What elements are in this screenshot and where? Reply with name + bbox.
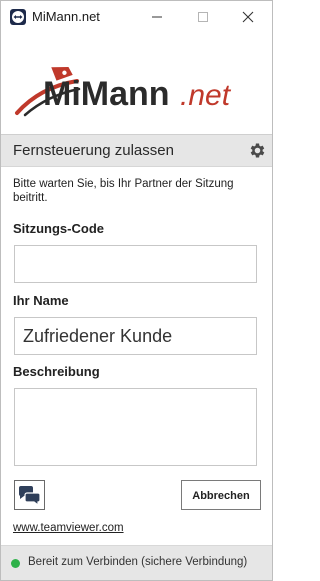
logo-text-net: .net	[180, 79, 232, 112]
waiting-hint: Bitte warten Sie, bis Ihr Partner der Si…	[13, 178, 234, 204]
status-text: Bereit zum Verbinden (sichere Verbindung…	[28, 556, 248, 568]
name-label: Ihr Name	[13, 293, 69, 308]
cancel-button[interactable]: Abbrechen	[181, 480, 261, 510]
mimann-logo: MiMann .net	[15, 67, 232, 117]
app-window: MiMann.net MiMann .net Fernsteuerung zul…	[0, 0, 273, 581]
section-header: Fernsteuerung zulassen	[1, 134, 272, 167]
close-icon	[242, 11, 254, 23]
chat-button[interactable]	[14, 480, 45, 510]
close-button[interactable]	[228, 3, 268, 31]
minimize-icon	[152, 16, 162, 18]
name-input[interactable]	[14, 317, 257, 355]
minimize-button[interactable]	[137, 3, 177, 31]
status-indicator-icon	[11, 559, 20, 568]
title-bar[interactable]: MiMann.net	[1, 1, 272, 33]
gear-icon[interactable]	[248, 141, 267, 160]
chat-icon	[18, 486, 41, 506]
window-title: MiMann.net	[32, 9, 100, 24]
section-title: Fernsteuerung zulassen	[13, 142, 174, 159]
session-code-label: Sitzungs-Code	[13, 221, 104, 236]
teamviewer-arrows-icon	[10, 9, 26, 25]
session-code-input[interactable]	[14, 245, 257, 283]
description-textarea[interactable]	[14, 388, 257, 466]
maximize-button[interactable]	[183, 3, 223, 31]
description-label: Beschreibung	[13, 364, 100, 379]
maximize-icon	[198, 12, 208, 22]
teamviewer-link[interactable]: www.teamviewer.com	[13, 522, 124, 534]
status-bar: Bereit zum Verbinden (sichere Verbindung…	[1, 545, 272, 580]
logo-text-mimann: MiMann	[43, 75, 170, 113]
